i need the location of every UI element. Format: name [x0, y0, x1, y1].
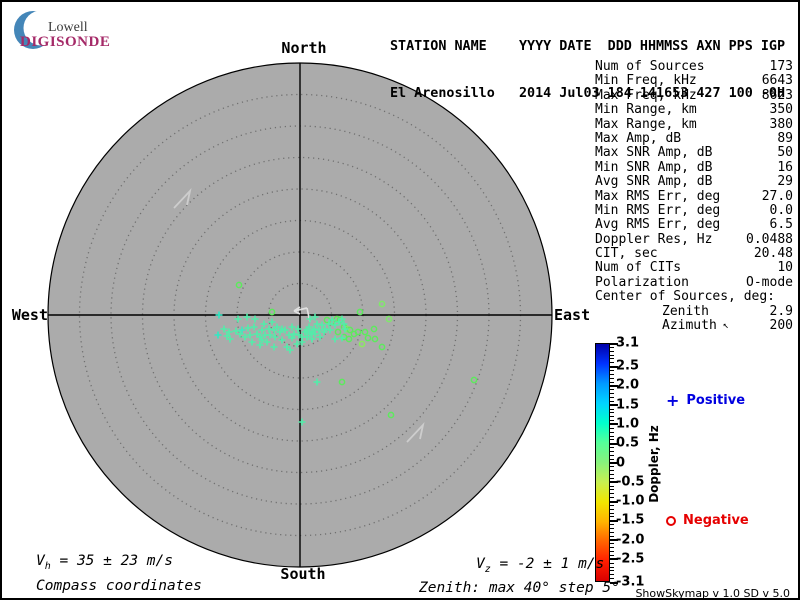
- stats-value: 380: [769, 116, 793, 132]
- stats-row: Max Freq, kHz 8623: [595, 87, 793, 103]
- stats-row: Max RMS Err, deg 27.0: [595, 188, 793, 204]
- legend-positive: + Positive: [666, 391, 746, 410]
- stats-row: Num of CITs 10: [595, 260, 793, 276]
- stats-label: Max SNR Amp, dB: [595, 145, 713, 161]
- stats-value: 350: [769, 102, 793, 118]
- compass-label-east: East: [554, 306, 591, 324]
- stats-label: Azimuth: [662, 318, 717, 334]
- azimuth-arrow-icon: ↖: [722, 320, 729, 332]
- circle-marker-icon: [666, 515, 676, 526]
- stats-row: Doppler Res, Hz 0.0488: [595, 231, 793, 247]
- stats-row: Min SNR Amp, dB 16: [595, 159, 793, 175]
- stats-row: Min Range, km 350: [595, 102, 793, 118]
- stats-label: Zenith: [662, 303, 709, 319]
- stats-label: Min RMS Err, deg: [595, 202, 721, 218]
- stats-value: 200: [769, 318, 793, 334]
- stats-value: 6.5: [769, 217, 793, 233]
- stats-value: 6643: [761, 73, 793, 89]
- stats-label: Num of CITs: [595, 260, 682, 276]
- stats-label: CIT, sec: [595, 246, 658, 262]
- app-version: ShowSkymap v 1.0 SD v 5.0: [635, 587, 790, 600]
- stats-label: Avg RMS Err, deg: [595, 217, 721, 233]
- stats-row: Avg SNR Amp, dB 29: [595, 174, 793, 190]
- stats-value: 2.9: [769, 303, 793, 319]
- stats-row: CIT, sec 20.48: [595, 246, 793, 262]
- stats-row: Min Freq, kHz 6643: [595, 73, 793, 89]
- coordinates-note: Compass coordinates: [36, 578, 202, 594]
- logo-brand-bottom: DIGISONDE: [20, 34, 111, 50]
- showskymap-window: Lowell DIGISONDE STATION NAME YYYY DATE …: [0, 0, 800, 600]
- stats-label: Num of Sources: [595, 59, 705, 74]
- stats-row: Max SNR Amp, dB 50: [595, 145, 793, 161]
- stats-row: Avg RMS Err, deg 6.5: [595, 217, 793, 233]
- stats-label: Max Range, km: [595, 116, 697, 132]
- legend-negative: Negative: [666, 513, 749, 528]
- stats-row: Num of Sources 173: [595, 59, 793, 74]
- doppler-axis-label: Doppler, Hz: [647, 425, 661, 503]
- stats-row: Azimuth ↖ 200: [595, 318, 793, 334]
- legend-positive-label: Positive: [686, 393, 746, 408]
- stats-value: 0.0: [769, 202, 793, 218]
- stats-label: Polarization: [595, 274, 689, 290]
- stats-label: Doppler Res, Hz: [595, 231, 713, 247]
- stats-label: Min Range, km: [595, 102, 697, 118]
- stats-value: 173: [769, 59, 793, 74]
- vertical-velocity-readout: Vz = -2 ± 1 m/s: [476, 556, 605, 575]
- stats-row: Polarization O-mode: [595, 274, 793, 290]
- compass-label-north: North: [281, 39, 327, 57]
- stats-value: 89: [777, 130, 793, 146]
- stats-panel: Num of Sources 173 Min Freq, kHz 6643 Max Fr…: [595, 59, 793, 334]
- horizontal-velocity-readout: Vh = 35 ± 23 m/s: [36, 553, 173, 572]
- stats-row: Zenith 2.9: [595, 303, 793, 319]
- stats-label: Min Freq, kHz: [595, 73, 697, 89]
- zenith-scale-note: Zenith: max 40° step 5°: [419, 580, 620, 596]
- stats-label: Max Amp, dB: [595, 130, 682, 146]
- stats-value: 27.0: [761, 188, 793, 204]
- stats-value: O-mode: [746, 274, 793, 290]
- legend-negative-label: Negative: [683, 513, 749, 528]
- stats-value: 10: [777, 260, 793, 276]
- stats-label: Max RMS Err, deg: [595, 188, 721, 204]
- stats-row: Min RMS Err, deg 0.0: [595, 202, 793, 218]
- doppler-colorbar: [595, 343, 610, 582]
- plus-marker-icon: +: [666, 391, 680, 410]
- stats-value: 8623: [761, 87, 793, 103]
- stats-value: 50: [777, 145, 793, 161]
- stats-label: Center of Sources, deg:: [595, 289, 776, 305]
- stats-label: Min SNR Amp, dB: [595, 159, 713, 175]
- station-header-columns: STATION NAME YYYY DATE DDD HHMMSS AXN PP…: [390, 39, 786, 54]
- compass-label-south: South: [280, 565, 326, 583]
- stats-row: Max Range, km 380: [595, 116, 793, 132]
- stats-row: Max Amp, dB 89: [595, 130, 793, 146]
- stats-value: 16: [777, 159, 793, 175]
- stats-label: Max Freq, kHz: [595, 87, 697, 103]
- stats-value: 20.48: [753, 246, 793, 262]
- lowell-digisonde-logo: Lowell DIGISONDE: [12, 8, 112, 52]
- stats-row: Center of Sources, deg:: [595, 289, 793, 305]
- stats-label: Avg SNR Amp, dB: [595, 174, 713, 190]
- compass-label-west: West: [11, 306, 48, 324]
- stats-value: 0.0488: [746, 231, 793, 247]
- stats-value: 29: [777, 174, 793, 190]
